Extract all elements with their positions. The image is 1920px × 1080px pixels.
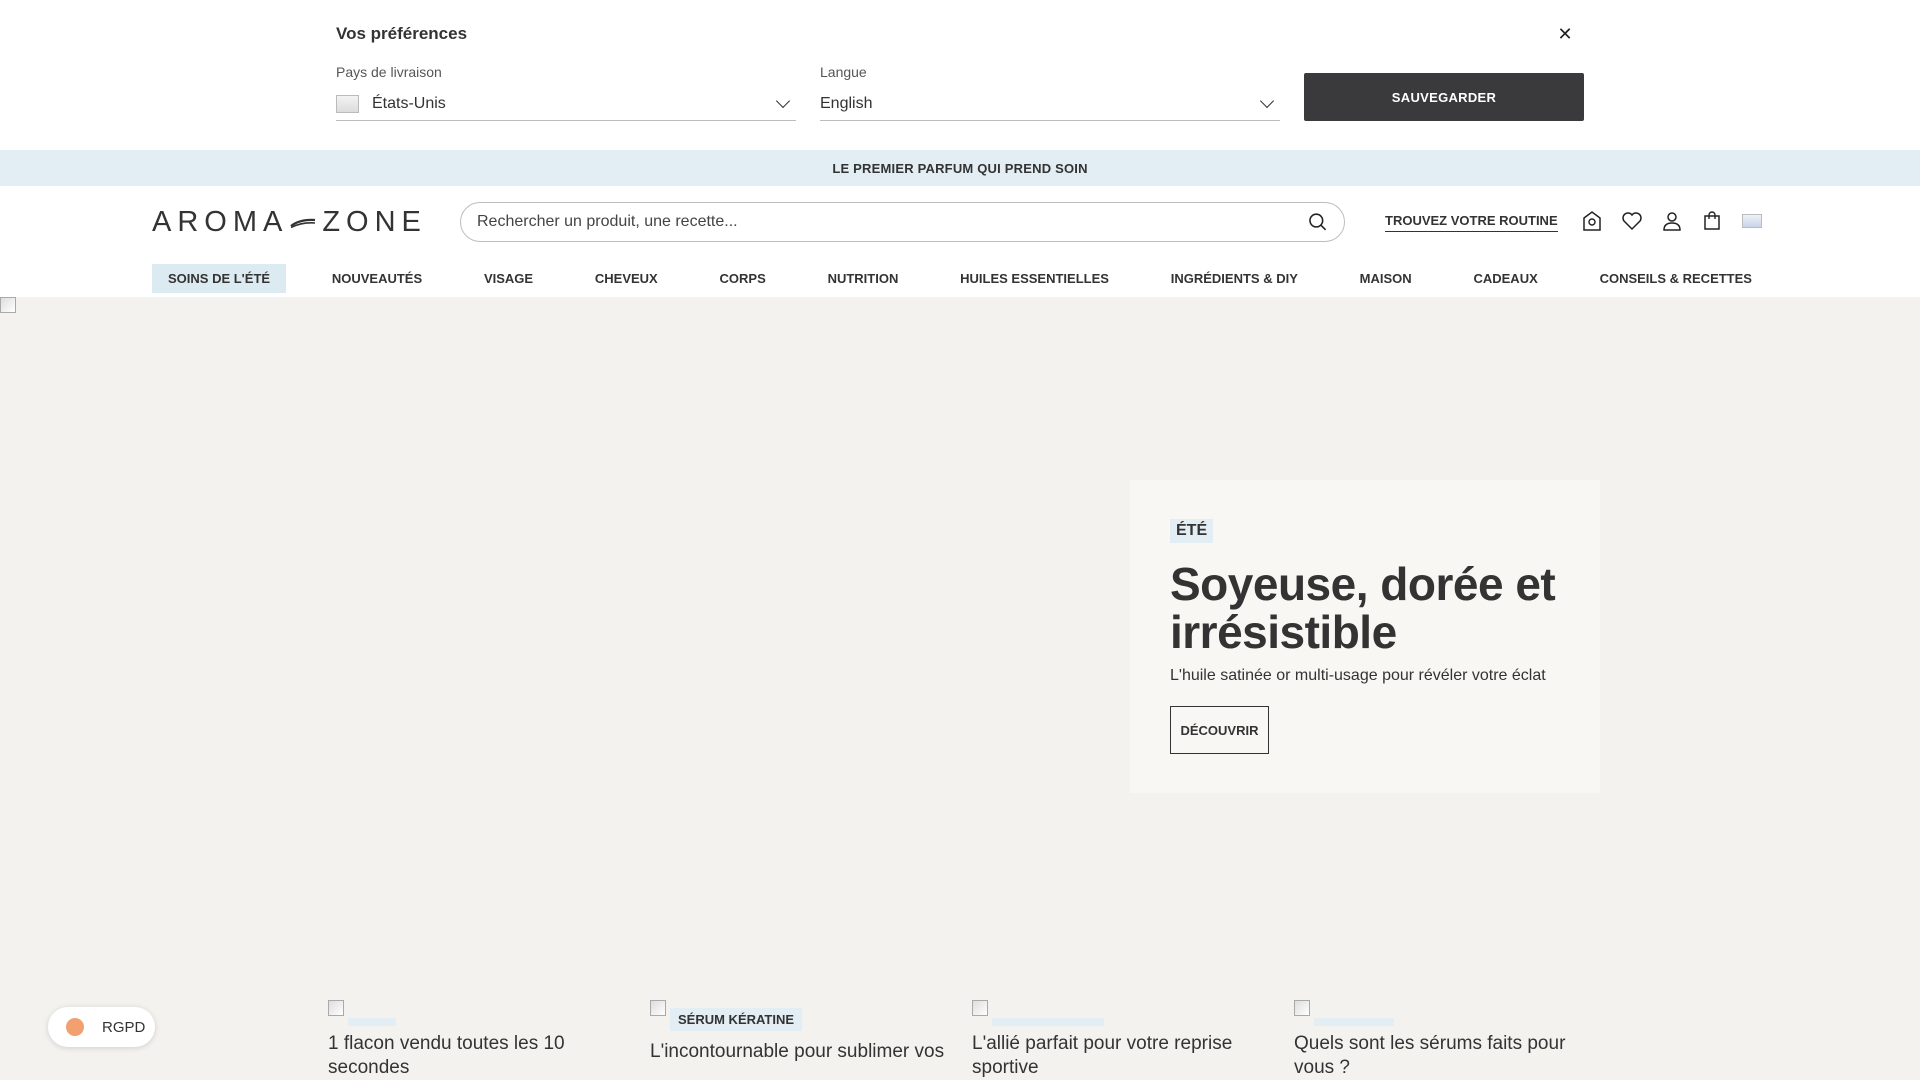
- nav-item-huiles-essentielles[interactable]: HUILES ESSENTIELLES: [944, 264, 1125, 293]
- card-text: L'incontournable pour sublimer vos: [650, 1041, 945, 1062]
- nav-item-nutrition[interactable]: NUTRITION: [812, 264, 915, 293]
- country-value: États-Unis: [372, 94, 446, 112]
- search-bar[interactable]: [460, 202, 1345, 242]
- card-text: 1 flacon vendu toutes les 10 secondes: [328, 1033, 565, 1078]
- search-icon[interactable]: [1308, 212, 1328, 232]
- find-routine-link[interactable]: TROUVEZ VOTRE ROUTINE: [1385, 213, 1558, 232]
- language-label: Langue: [820, 64, 867, 80]
- nav-item-cadeaux[interactable]: CADEAUX: [1457, 264, 1553, 293]
- nav-item-cheveux[interactable]: CHEVEUX: [579, 264, 674, 293]
- language-value: English: [820, 94, 873, 112]
- hero-title: Soyeuse, dorée et irrésistible: [1170, 558, 1556, 658]
- promo-card[interactable]: Quels sont les sérums faits pour vous ?: [1294, 1000, 1594, 1080]
- hero-tag: ÉTÉ: [1170, 519, 1214, 543]
- nav-item-visage[interactable]: VISAGE: [468, 264, 549, 293]
- nav-item-conseils-recettes[interactable]: CONSEILS & RECETTES: [1584, 264, 1768, 293]
- card-image[interactable]: [972, 1000, 988, 1016]
- nav-item-maison[interactable]: MAISON: [1344, 264, 1428, 293]
- card-text: Quels sont les sérums faits pour vous ?: [1294, 1033, 1566, 1078]
- country-label: Pays de livraison: [336, 64, 442, 80]
- promo-banner[interactable]: LE PREMIER PARFUM QUI PREND SOIN: [0, 150, 1920, 186]
- rgpd-button[interactable]: RGPD: [48, 1007, 155, 1047]
- flag-icon: [336, 94, 359, 113]
- promo-card[interactable]: SÉRUM KÉRATINE L'incontournable pour sub…: [650, 1000, 950, 1064]
- card-tag: [1314, 1018, 1394, 1026]
- store-locator-icon[interactable]: [1579, 208, 1605, 234]
- card-tag: [348, 1018, 396, 1026]
- card-image[interactable]: [328, 1000, 344, 1016]
- card-text: L'allié parfait pour votre reprise sport…: [972, 1033, 1233, 1078]
- close-icon[interactable]: ✕: [1553, 22, 1577, 46]
- nav-item-nouveautes[interactable]: NOUVEAUTÉS: [316, 264, 438, 293]
- account-icon[interactable]: [1659, 208, 1685, 234]
- nav-item-ingredients-diy[interactable]: INGRÉDIENTS & DIY: [1155, 264, 1314, 293]
- leaf-icon: [290, 218, 316, 228]
- preferences-title: Vos préférences: [336, 24, 468, 43]
- flag-icon[interactable]: [1739, 208, 1765, 234]
- discover-button[interactable]: DÉCOUVRIR: [1170, 706, 1269, 754]
- card-tag: [992, 1018, 1104, 1026]
- save-button[interactable]: SAUVEGARDER: [1304, 73, 1584, 121]
- rgpd-label: RGPD: [102, 1018, 146, 1036]
- cart-icon[interactable]: [1699, 208, 1725, 234]
- nav-item-corps[interactable]: CORPS: [704, 264, 782, 293]
- nav-item-soins-ete[interactable]: SOINS DE L'ÉTÉ: [152, 263, 287, 293]
- preferences-panel: Vos préférences ✕ Pays de livraison État…: [0, 0, 1920, 150]
- card-tag: SÉRUM KÉRATINE: [670, 1008, 803, 1031]
- logo-text-left: AROMA: [152, 206, 289, 238]
- language-select[interactable]: English: [820, 87, 1280, 121]
- logo[interactable]: AROMA ZONE: [152, 206, 427, 239]
- main-nav: SOINS DE L'ÉTÉ NOUVEAUTÉS VISAGE CHEVEUX…: [152, 263, 1768, 293]
- card-image[interactable]: [1294, 1000, 1310, 1016]
- promo-card[interactable]: 1 flacon vendu toutes les 10 secondes: [328, 1000, 628, 1080]
- hero-subtitle: L'huile satinée or multi-usage pour révé…: [1170, 667, 1546, 684]
- cookie-icon: [66, 1018, 84, 1036]
- logo-text-right: ZONE: [322, 206, 427, 238]
- hero-image[interactable]: [0, 297, 16, 313]
- card-image[interactable]: [650, 1000, 666, 1016]
- heart-icon[interactable]: [1619, 208, 1645, 234]
- country-select[interactable]: États-Unis: [336, 87, 796, 121]
- hero-section: [0, 297, 1920, 1080]
- chevron-down-icon: [775, 93, 791, 108]
- chevron-down-icon: [1259, 93, 1275, 108]
- search-input[interactable]: [477, 213, 1309, 231]
- promo-card[interactable]: L'allié parfait pour votre reprise sport…: [972, 1000, 1272, 1080]
